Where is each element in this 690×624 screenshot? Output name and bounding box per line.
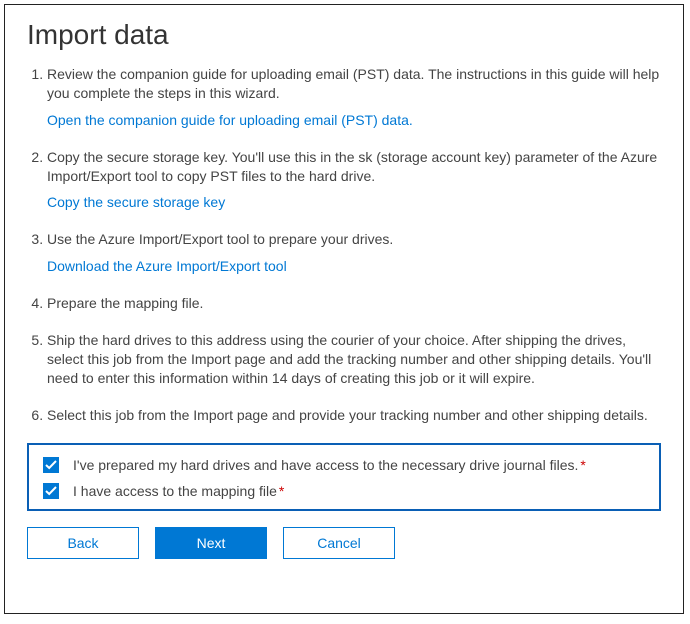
next-button[interactable]: Next [155, 527, 267, 559]
download-import-export-tool-link[interactable]: Download the Azure Import/Export tool [47, 257, 287, 276]
step-4: Prepare the mapping file. [47, 294, 661, 313]
step-1: Review the companion guide for uploading… [47, 65, 661, 130]
checkmark-icon [45, 459, 57, 471]
step-5-text: Ship the hard drives to this address usi… [47, 332, 651, 386]
step-3: Use the Azure Import/Export tool to prep… [47, 230, 661, 276]
steps-list: Review the companion guide for uploading… [27, 65, 661, 425]
cancel-button[interactable]: Cancel [283, 527, 395, 559]
prepared-drives-label: I've prepared my hard drives and have ac… [73, 457, 578, 473]
step-1-text: Review the companion guide for uploading… [47, 66, 659, 101]
step-6: Select this job from the Import page and… [47, 406, 661, 425]
confirmation-row-1: I've prepared my hard drives and have ac… [43, 457, 645, 473]
page-title: Import data [27, 19, 661, 51]
step-2-text: Copy the secure storage key. You'll use … [47, 149, 657, 184]
confirmation-highlight-box: I've prepared my hard drives and have ac… [27, 443, 661, 511]
prepared-drives-checkbox[interactable] [43, 457, 59, 473]
required-asterisk: * [580, 457, 585, 473]
back-button[interactable]: Back [27, 527, 139, 559]
step-5: Ship the hard drives to this address usi… [47, 331, 661, 388]
checkmark-icon [45, 485, 57, 497]
wizard-button-row: Back Next Cancel [27, 527, 661, 559]
import-data-panel: Import data Review the companion guide f… [4, 4, 684, 614]
step-3-text: Use the Azure Import/Export tool to prep… [47, 231, 393, 247]
confirmation-row-2: I have access to the mapping file * [43, 483, 645, 499]
copy-storage-key-link[interactable]: Copy the secure storage key [47, 193, 225, 212]
mapping-file-label: I have access to the mapping file [73, 483, 277, 499]
step-6-text: Select this job from the Import page and… [47, 407, 648, 423]
step-4-text: Prepare the mapping file. [47, 295, 203, 311]
step-2: Copy the secure storage key. You'll use … [47, 148, 661, 213]
open-companion-guide-link[interactable]: Open the companion guide for uploading e… [47, 111, 413, 130]
mapping-file-checkbox[interactable] [43, 483, 59, 499]
required-asterisk: * [279, 483, 284, 499]
